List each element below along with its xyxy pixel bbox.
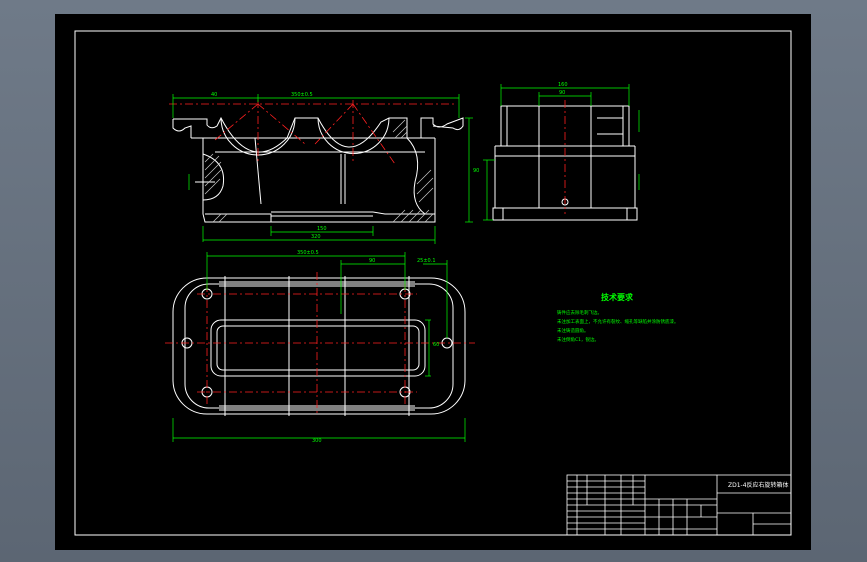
front-view-centerlines [169,100,455,165]
dim-plan-top-inner: 90 [369,258,375,264]
drawing-sheet: 40 350±0.5 90 150 320 160 90 350±0.5 90 … [55,14,811,550]
dim-plan-side: 60 [433,342,439,348]
tech-req-item: 未注加工表面上，不允许有裂纹、缩孔等缺陷并涂防锈底漆。 [557,318,679,325]
tech-req-item: 铸件应去除毛刺飞边。 [557,309,602,316]
dim-front-height: 90 [473,168,479,174]
dim-plan-bottom-overall: 300 [312,438,322,444]
tech-req-heading: 技术要求 [601,292,634,302]
front-view [172,116,464,223]
tech-req-item: 未注铸造圆角。 [557,327,589,334]
drawing-title: ZD1-4反应右旋转箱体 [728,481,789,489]
dim-plan-top-span: 350±0.5 [297,250,319,256]
side-view-dimension-labels: 160 90 [558,82,568,96]
technical-requirements: 技术要求 铸件应去除毛刺飞边。 未注加工表面上，不允许有裂纹、缩孔等缺陷并涂防锈… [557,292,679,343]
plan-view [172,276,466,416]
dim-front-bottom-overall: 320 [311,234,321,240]
side-view-dimensions [483,84,640,221]
dim-front-top-left: 40 [211,92,217,98]
front-view-hatch [204,119,434,223]
dim-front-bottom-inner: 150 [317,226,327,232]
dim-side-top-overall: 160 [558,82,568,88]
dim-front-top-right: 350±0.5 [291,92,313,98]
sheet-border [74,30,792,536]
plan-view-dimension-labels: 350±0.5 90 25±0.1 300 60 [297,250,439,444]
cad-viewport[interactable]: 40 350±0.5 90 150 320 160 90 350±0.5 90 … [0,0,867,562]
dim-plan-top-right: 25±0.1 [417,258,436,264]
dim-side-top-inner: 90 [559,90,565,96]
tech-req-item: 未注倒角C1，锐边。 [557,336,599,343]
